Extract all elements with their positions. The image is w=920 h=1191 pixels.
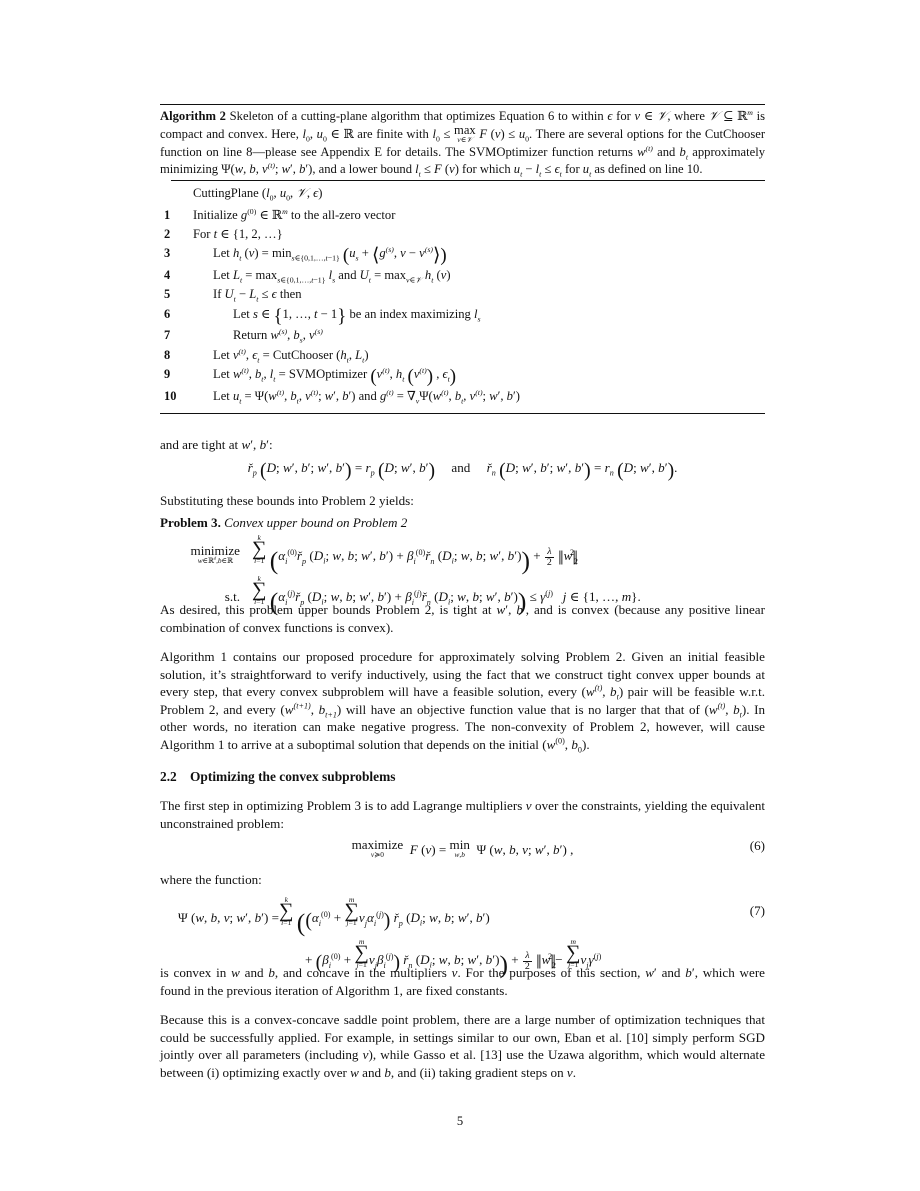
problem-3-header: Problem 3. Convex upper bound on Problem…: [160, 514, 765, 532]
algorithm-step-1: 1 Initialize g(0) ∈ ℝm to the all-zero v…: [160, 205, 765, 225]
algorithm-caption-text: Skeleton of a cutting-plane algorithm th…: [160, 107, 766, 179]
equation-6-body: maximize v≽0 F (v) = min w,b Ψ (w, b, v;…: [351, 837, 574, 860]
equation-body: řp (D; w′, b′; w′, b′) = rp (D; w′, b′) …: [247, 459, 678, 482]
paragraph-text: Algorithm 1 contains our proposed proced…: [160, 649, 766, 755]
step-text: Let s ∈ {1, …, t − 1} be an index maximi…: [233, 305, 481, 327]
equation-6: maximize v≽0 F (v) = min w,b Ψ (w, b, v;…: [160, 837, 765, 860]
section-title: Optimizing the convex subproblems: [190, 769, 396, 784]
equation-7-number: (7): [749, 903, 765, 918]
step-number: 4: [164, 267, 171, 282]
paragraph-first-step: The first step in optimizing Problem 3 i…: [160, 797, 765, 832]
page-number: 5: [456, 1114, 464, 1128]
maximize-subscript: v≽0: [370, 850, 384, 860]
step-text: Let Lt = maxs∈{0,1,…,t−1} ls and Ut = ma…: [213, 267, 451, 285]
algorithm-step-3: 3 Let ht (v) = mins∈{0,1,…,t−1} (us + ⟨g…: [160, 244, 765, 266]
algorithm-step-5: 5 If Ut − Lt ≤ ϵ then: [160, 285, 765, 304]
paragraph-because-saddle: Because this is a convex-concave saddle …: [160, 1011, 765, 1081]
step-text: If Ut − Lt ≤ ϵ then: [213, 287, 302, 304]
section-number: 2.2: [160, 769, 177, 784]
step-number: 7: [164, 328, 171, 343]
minimize-operator: minimize w∈ℝd,b∈ℝ: [160, 542, 252, 570]
step-text: Initialize g(0) ∈ ℝm to the all-zero vec…: [193, 206, 396, 222]
problem-3-objective-row: minimize w∈ℝd,b∈ℝ k ∑ i=1 (αi(0)řp (Di; w,…: [160, 534, 765, 575]
paragraph-tight-intro: and are tight at w′, b′:: [160, 436, 765, 454]
algorithm-step-10: 10 Let ut = Ψ(w(t), bt, v(t); w′, b′) an…: [160, 387, 765, 406]
step-number: 8: [164, 347, 171, 362]
paragraph-text: where the function:: [160, 872, 262, 887]
step-number: 2: [164, 226, 171, 241]
algorithm-signature: CuttingPlane (l0, u0, 𝒱, ϵ): [193, 186, 323, 203]
algorithm-step-7: 7 Return w(s), bs, v(s): [160, 326, 765, 345]
algorithm-bottom-rule: [160, 413, 765, 415]
step-number: 1: [164, 207, 171, 222]
algorithm-step-4: 4 Let Lt = maxs∈{0,1,…,t−1} ls and Ut = …: [160, 266, 765, 285]
step-text: For t ∈ {1, 2, …}: [193, 226, 283, 241]
paper-page: Algorithm 2 Skeleton of a cutting-plane …: [0, 0, 920, 1191]
paragraph-text: and are tight at w′, b′:: [160, 437, 273, 452]
paragraph-substituting: Substituting these bounds into Problem 2…: [160, 492, 765, 510]
paragraph-is-convex: is convex in w and b, and concave in the…: [160, 964, 765, 999]
algorithm-block: Algorithm 2 Skeleton of a cutting-plane …: [160, 104, 765, 415]
summation-operator: k ∑ i=1: [252, 533, 267, 566]
step-number: 6: [164, 306, 171, 321]
step-text: Let ut = Ψ(w(t), bt, v(t); w′, b′) and g…: [213, 387, 520, 406]
algorithm-step-8: 8 Let v(t), ϵt = CutChooser (ht, Lt): [160, 346, 765, 365]
step-text: Let v(t), ϵt = CutChooser (ht, Lt): [213, 346, 369, 365]
step-number: 10: [164, 388, 177, 403]
algorithm-caption: Algorithm 2 Skeleton of a cutting-plane …: [160, 105, 765, 180]
paragraph-where-function: where the function:: [160, 871, 765, 889]
equation-7-line-1: Ψ (w, b, v; w′, b′) = k ∑ i=1 ((αi(0) + m ∑ j…: [178, 895, 765, 937]
algorithm-step-6: 6 Let s ∈ {1, …, t − 1} be an index maxi…: [160, 305, 765, 327]
problem-title: Convex upper bound on Problem 2: [224, 515, 408, 530]
paragraph-text: As desired, this problem upper bounds Pr…: [160, 602, 765, 635]
paragraph-algorithm-1: Algorithm 1 contains our proposed proced…: [160, 648, 765, 754]
equation-6-number: (6): [749, 838, 765, 853]
section-heading-2-2: 2.2 Optimizing the convex subproblems: [160, 768, 765, 785]
algorithm-label: Algorithm 2: [160, 109, 226, 123]
step-text: Let ht (v) = mins∈{0,1,…,t−1} (us + ⟨g(s…: [213, 245, 447, 267]
paragraph-text: Because this is a convex-concave saddle …: [160, 1012, 766, 1080]
paragraph-text: Substituting these bounds into Problem 2…: [160, 493, 414, 508]
algorithm-step-2: 2 For t ∈ {1, 2, …}: [160, 225, 765, 244]
equation-tightness: řp (D; w′, b′; w′, b′) = rp (D; w′, b′) …: [160, 459, 765, 480]
problem-label: Problem 3.: [160, 515, 221, 530]
paragraph-as-desired: As desired, this problem upper bounds Pr…: [160, 601, 765, 636]
step-number: 5: [164, 287, 171, 302]
paragraph-text: The first step in optimizing Problem 3 i…: [160, 798, 766, 831]
algorithm-steps: CuttingPlane (l0, u0, 𝒱, ϵ) 1 Initialize…: [160, 181, 765, 406]
problem-3-objective: k ∑ i=1 (αi(0)řp (Di; w, b; w′, b′) + βi(0…: [252, 533, 578, 575]
step-number: 3: [164, 246, 171, 261]
paragraph-text: is convex in w and b, and concave in the…: [160, 965, 765, 998]
algorithm-step-9: 9 Let w(t), bt, lt = SVMOptimizer (v(t),…: [160, 365, 765, 387]
step-number: 9: [164, 367, 171, 382]
minimize-subscript: w∈ℝd,b∈ℝ: [197, 556, 233, 566]
step-text: Return w(s), bs, v(s): [233, 327, 323, 345]
step-text: Let w(t), bt, lt = SVMOptimizer (v(t), h…: [213, 365, 457, 388]
